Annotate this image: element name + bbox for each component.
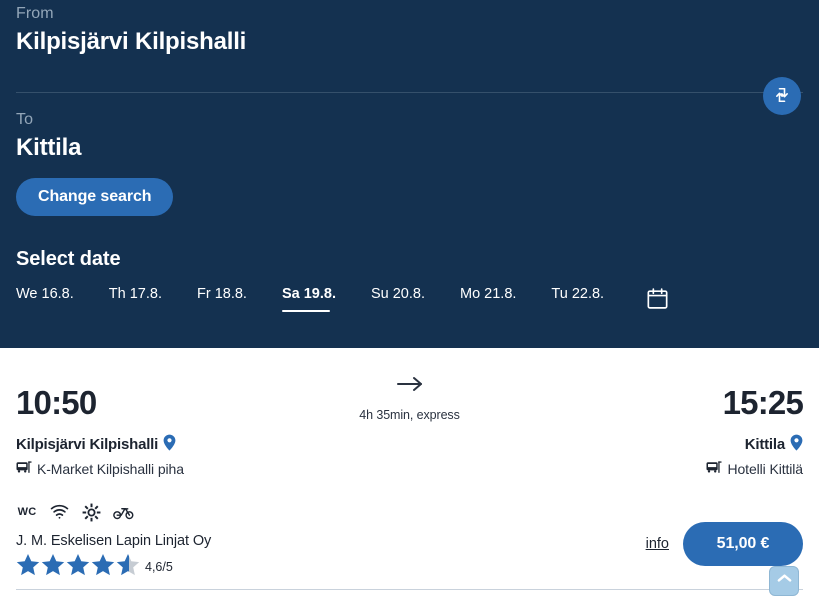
arrow-right-icon xyxy=(393,377,427,398)
calendar-icon xyxy=(645,286,670,314)
scroll-to-top-button[interactable] xyxy=(769,566,799,596)
star-icon-2 xyxy=(41,553,65,581)
trip-result-row[interactable]: 10:50 15:25 4h 35min, express Kilpisjärv… xyxy=(0,348,819,598)
date-chip-6[interactable]: Tu 22.8. xyxy=(551,286,604,312)
destination-stop: Kittila Hotelli Kittilä xyxy=(706,434,803,478)
price-book-button[interactable]: 51,00 € xyxy=(683,522,803,566)
open-calendar-button[interactable] xyxy=(645,286,670,314)
bicycle-icon xyxy=(112,502,134,522)
stops-row: Kilpisjärvi Kilpishalli K-Market Kilpish… xyxy=(16,434,803,478)
wifi-icon xyxy=(48,502,70,522)
to-label: To xyxy=(16,111,34,128)
date-chip-1[interactable]: Th 17.8. xyxy=(109,286,162,312)
wc-icon-label: WC xyxy=(17,506,37,518)
to-field[interactable]: To Kittila xyxy=(16,112,81,164)
star-icon-1 xyxy=(16,553,40,581)
map-pin-icon xyxy=(163,434,176,455)
change-search-button[interactable]: Change search xyxy=(16,178,174,216)
from-label: From xyxy=(16,5,54,22)
arrival-time: 15:25 xyxy=(722,384,804,421)
star-icon-4 xyxy=(91,553,115,581)
date-chip-3-selected[interactable]: Sa 19.8. xyxy=(281,286,336,313)
bus-stop-icon xyxy=(706,460,722,478)
info-link[interactable]: info xyxy=(646,536,669,552)
swap-arrows-icon xyxy=(772,85,792,108)
destination-stop-detail-row: Hotelli Kittilä xyxy=(706,460,803,478)
field-divider xyxy=(16,92,803,93)
destination-stop-name-row: Kittila xyxy=(706,434,803,455)
star-icon-3 xyxy=(66,553,90,581)
results-list: 10:50 15:25 4h 35min, express Kilpisjärv… xyxy=(0,348,819,598)
wc-icon: WC xyxy=(16,502,38,522)
map-pin-icon xyxy=(790,434,803,455)
trip-duration: 4h 35min, express xyxy=(359,408,460,422)
to-value: Kittila xyxy=(16,134,82,161)
trip-middle-column: 4h 35min, express xyxy=(300,374,520,422)
date-chip-0[interactable]: We 16.8. xyxy=(16,286,74,312)
date-chip-5[interactable]: Mo 21.8. xyxy=(460,286,516,312)
rating-value: 4,6/5 xyxy=(145,560,173,574)
amenities-row: WC xyxy=(16,502,803,522)
select-date-title: Select date xyxy=(16,248,121,270)
origin-name-text: Kilpisjärvi Kilpishalli xyxy=(16,436,159,453)
date-strip: We 16.8. Th 17.8. Fr 18.8. Sa 19.8. Su 2… xyxy=(16,286,670,314)
search-header: From Kilpisjärvi Kilpishalli To Kittila … xyxy=(0,0,819,348)
chevron-up-icon xyxy=(776,572,793,590)
air-conditioning-icon xyxy=(80,502,102,522)
bus-stop-icon xyxy=(16,460,32,478)
trip-actions: info 51,00 € xyxy=(646,522,803,566)
origin-stop-name-row: Kilpisjärvi Kilpishalli xyxy=(16,434,184,455)
date-chip-2[interactable]: Fr 18.8. xyxy=(197,286,247,312)
origin-stop: Kilpisjärvi Kilpishalli K-Market Kilpish… xyxy=(16,434,184,478)
destination-name-text: Kittila xyxy=(744,436,785,453)
result-divider xyxy=(16,589,803,590)
from-value: Kilpisjärvi Kilpishalli xyxy=(16,28,247,55)
destination-stop-detail-text: Hotelli Kittilä xyxy=(727,461,803,477)
date-chip-4[interactable]: Su 20.8. xyxy=(371,286,425,312)
from-field[interactable]: From Kilpisjärvi Kilpishalli xyxy=(16,0,803,58)
departure-time: 10:50 xyxy=(16,384,97,421)
origin-stop-detail-text: K-Market Kilpishalli piha xyxy=(37,461,184,477)
star-icon-5-half xyxy=(116,553,140,581)
swap-locations-button[interactable] xyxy=(763,77,801,115)
origin-stop-detail-row: K-Market Kilpishalli piha xyxy=(16,460,184,478)
